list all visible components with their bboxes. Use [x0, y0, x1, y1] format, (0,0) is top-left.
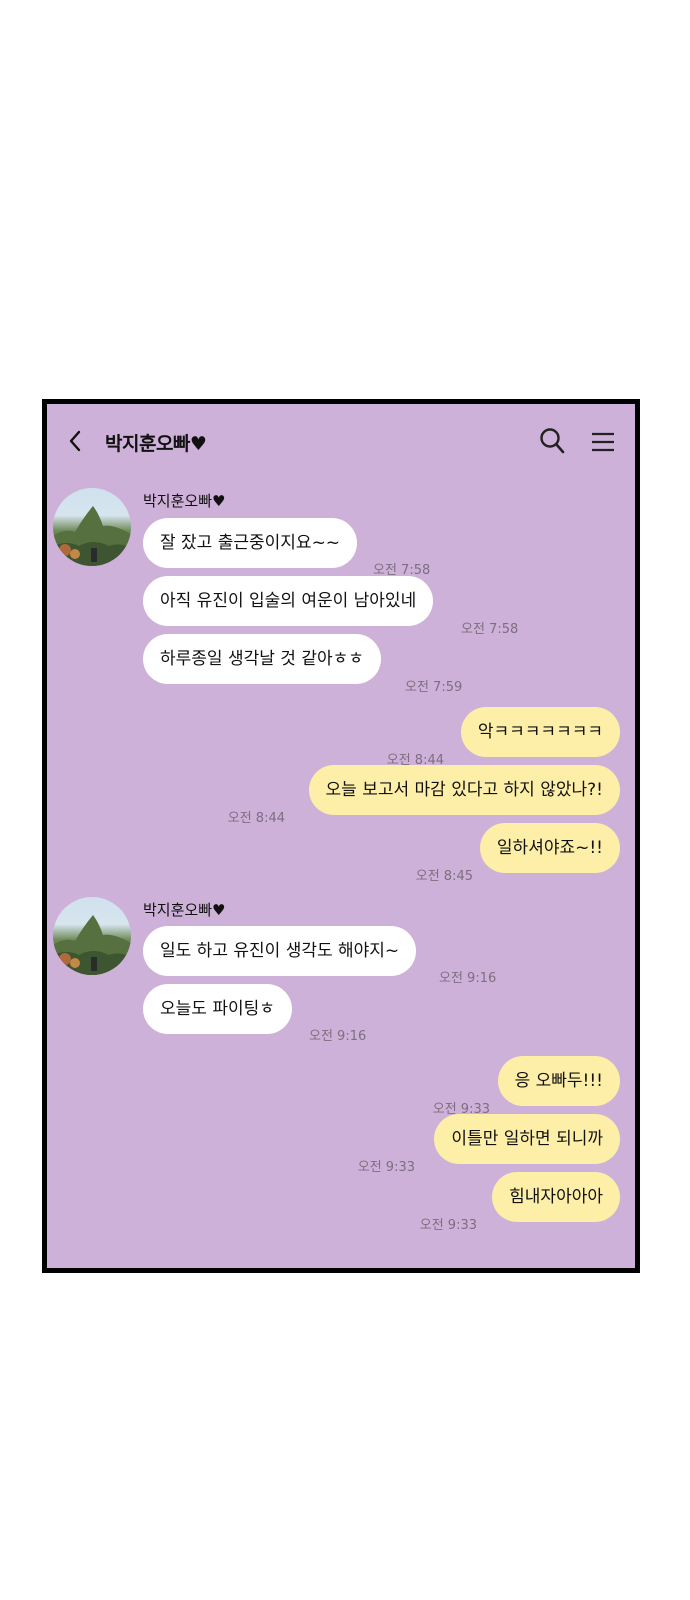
message-bubble-outgoing[interactable]: 악ㅋㅋㅋㅋㅋㅋㅋ: [460, 707, 620, 757]
message-bubble-incoming[interactable]: 하루종일 생각날 것 같아ㅎㅎ: [143, 634, 381, 684]
avatar[interactable]: [53, 897, 131, 975]
message-timestamp: 오전 9:16: [439, 971, 497, 986]
message-timestamp: 오전 7:59: [405, 680, 463, 695]
message-timestamp: 오전 9:16: [309, 1029, 367, 1044]
message-bubble-incoming[interactable]: 아직 유진이 입술의 여운이 남아있네: [143, 576, 434, 626]
message-bubble-outgoing[interactable]: 일하셔야죠~!!: [479, 823, 620, 873]
message-timestamp: 오전 9:33: [419, 1218, 477, 1233]
message-bubble-incoming[interactable]: 잘 잤고 출근중이지요~~: [143, 518, 358, 568]
chat-window: 박지훈오빠♥ 박지훈오빠♥ 잘 잤고 출근중이지요~~ 오전 7:58 아직 유…: [42, 399, 640, 1273]
chat-title: 박지훈오빠♥: [105, 433, 207, 455]
profile-photo-trees: [53, 506, 131, 566]
profile-photo-trees: [53, 915, 131, 975]
message-bubble-outgoing[interactable]: 오늘 보고서 마감 있다고 하지 않았나?!: [308, 765, 620, 815]
hamburger-menu-icon[interactable]: [591, 431, 615, 453]
avatar[interactable]: [53, 488, 131, 566]
message-bubble-outgoing[interactable]: 응 오빠두!!!: [497, 1056, 620, 1106]
message-bubble-outgoing[interactable]: 힘내자아아아: [492, 1172, 620, 1222]
chat-header: 박지훈오빠♥: [47, 404, 635, 476]
message-timestamp: 오전 8:44: [227, 811, 285, 826]
message-bubble-outgoing[interactable]: 이틀만 일하면 되니까: [434, 1114, 620, 1164]
message-timestamp: 오전 7:58: [461, 622, 519, 637]
message-bubble-incoming[interactable]: 일도 하고 유진이 생각도 해야지~: [143, 926, 417, 976]
sender-name: 박지훈오빠♥: [143, 492, 226, 510]
message-timestamp: 오전 9:33: [357, 1160, 415, 1175]
message-timestamp: 오전 8:45: [415, 869, 473, 884]
chevron-left-icon[interactable]: [67, 430, 83, 452]
search-icon[interactable]: [539, 427, 565, 455]
sender-name: 박지훈오빠♥: [143, 901, 226, 919]
message-bubble-incoming[interactable]: 오늘도 파이팅ㅎ: [143, 984, 292, 1034]
